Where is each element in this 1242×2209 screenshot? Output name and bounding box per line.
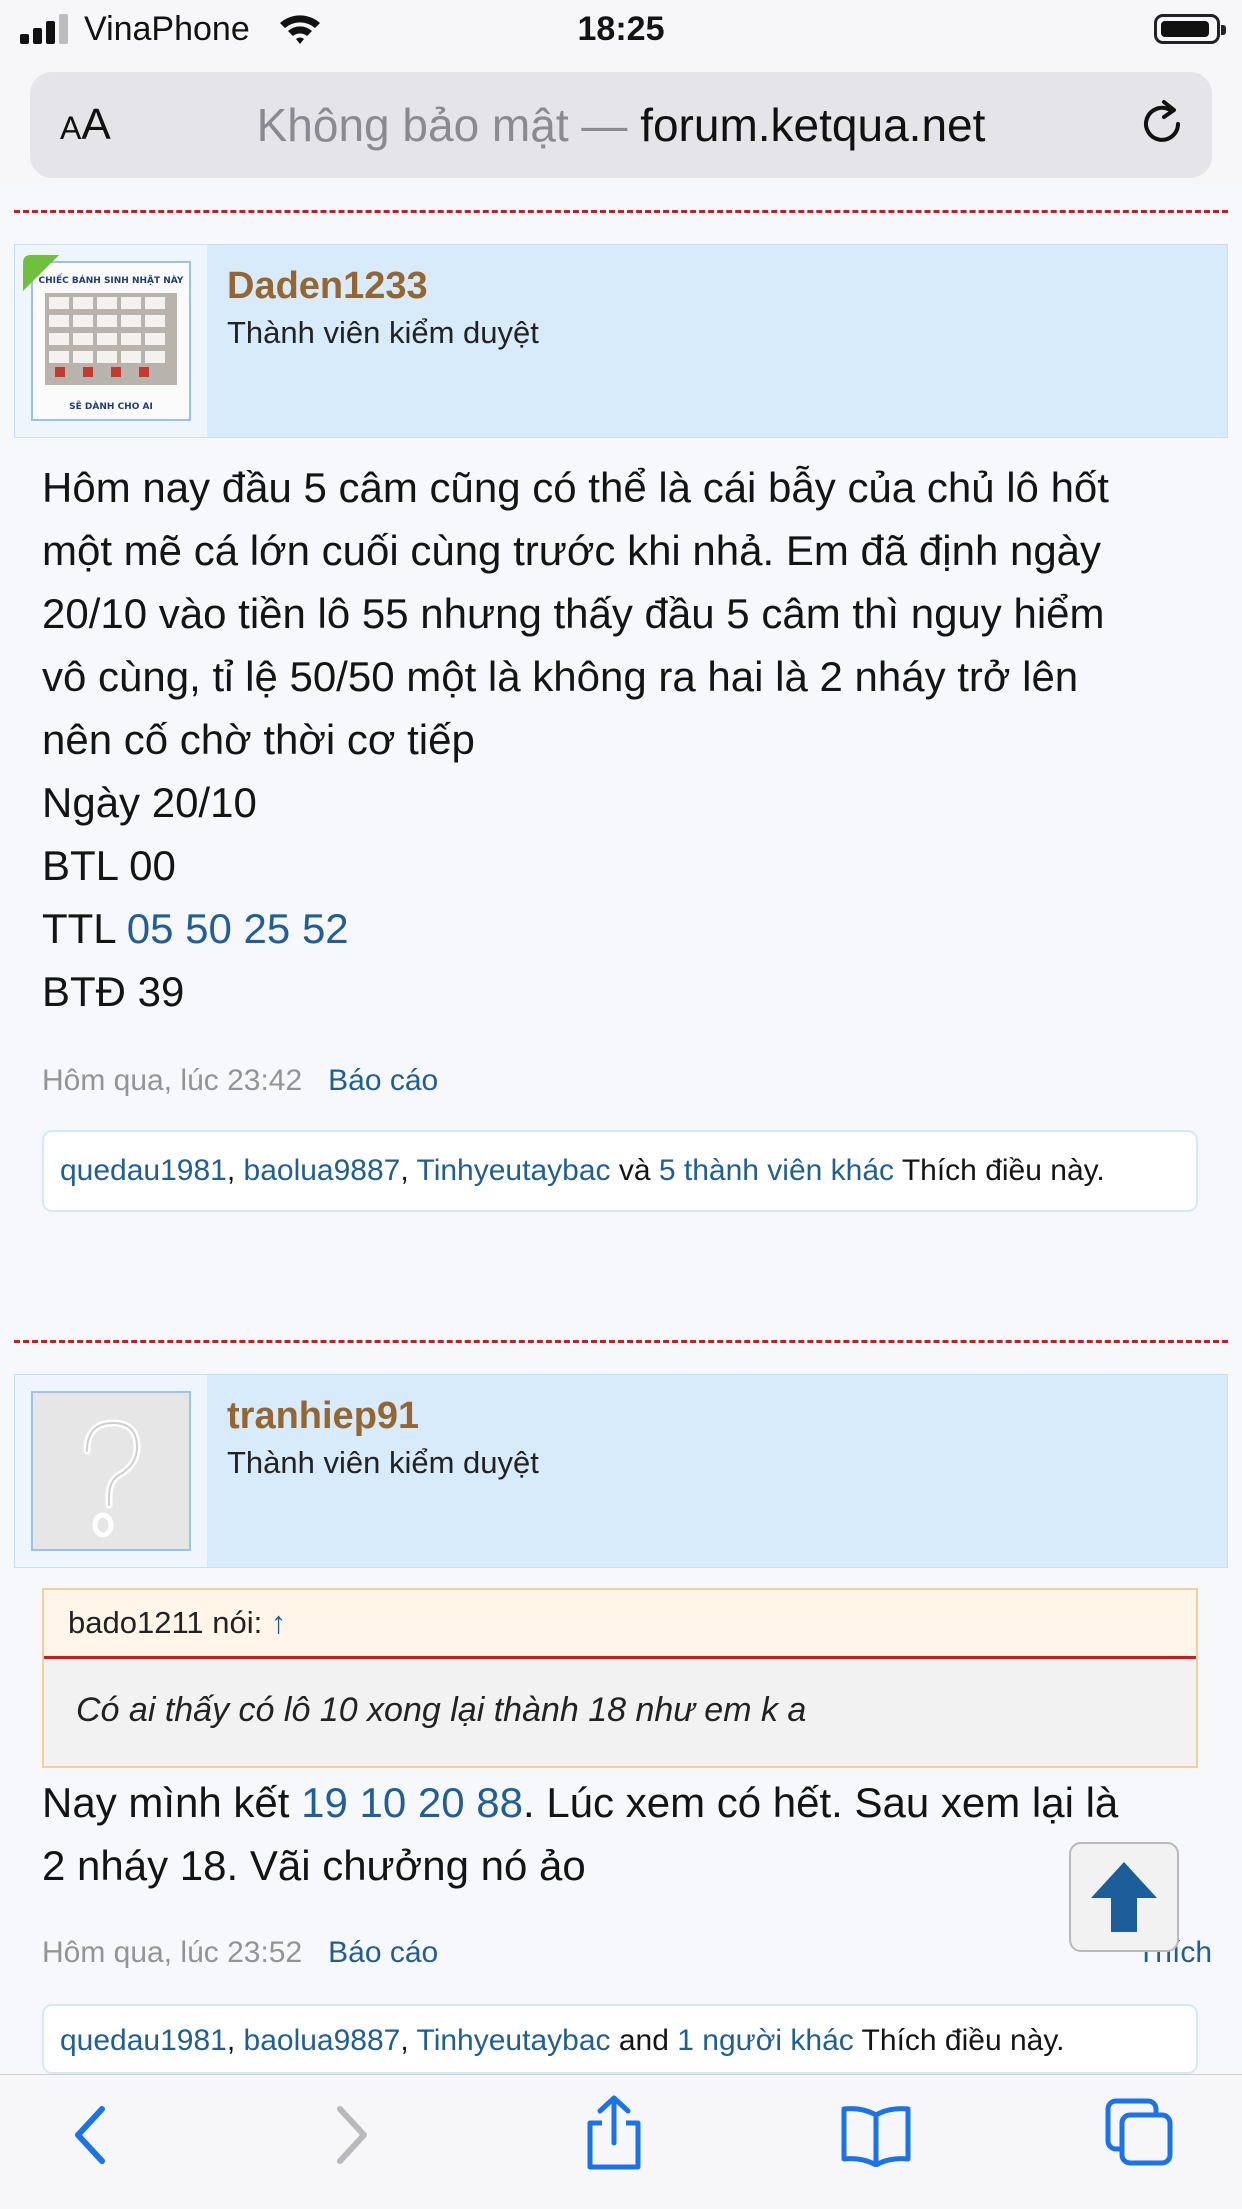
post-author-bar: CHIẾC BÁNH SINH NHẬT NÀY SẼ DÀNH CHO AI …: [14, 244, 1228, 438]
post-message: Hôm nay đầu 5 câm cũng có thể là cái bẫy…: [42, 464, 1109, 1015]
post-timestamp[interactable]: Hôm qua, lúc 23:42: [42, 1064, 302, 1097]
scroll-top-icon: [1091, 1862, 1157, 1932]
tabs-icon[interactable]: [1104, 2097, 1176, 2169]
browser-toolbar: [0, 2074, 1242, 2209]
default-avatar-icon: [33, 1393, 189, 1549]
status-bar: VinaPhone 18:25: [0, 0, 1242, 62]
post-divider: [14, 1340, 1228, 1343]
quote-header: bado1211 nói: ↑: [44, 1590, 1196, 1659]
post-meta: Hôm qua, lúc 23:52 Báo cáo: [42, 1936, 438, 1970]
report-link[interactable]: Báo cáo: [328, 1936, 438, 1969]
post-meta: Hôm qua, lúc 23:42 Báo cáo: [42, 1064, 438, 1098]
scroll-to-top-button[interactable]: [1069, 1842, 1179, 1952]
liker-link[interactable]: Tinhyeutaybac: [417, 1154, 611, 1187]
quote-block: bado1211 nói: ↑ Có ai thấy có lô 10 xong…: [42, 1588, 1198, 1768]
bookmarks-icon[interactable]: [840, 2103, 912, 2167]
quote-text: Có ai thấy có lô 10 xong lại thành 18 nh…: [76, 1691, 807, 1729]
likes-summary: quedau1981, baolua9887, Tinhyeutaybac và…: [42, 1130, 1198, 1212]
likes-summary: quedau1981, baolua9887, Tinhyeutaybac an…: [42, 2004, 1198, 2074]
liker-link[interactable]: quedau1981: [60, 1154, 227, 1187]
post-message: Nay mình kết 19 10 20 88. Lúc xem có hết…: [42, 1779, 1119, 1889]
liker-link[interactable]: quedau1981: [60, 2024, 227, 2057]
clock: 18:25: [577, 10, 665, 48]
share-icon[interactable]: [582, 2095, 646, 2171]
ttl-numbers-link[interactable]: 05 50 25 52: [127, 905, 349, 952]
username[interactable]: tranhiep91: [227, 1395, 419, 1438]
url-text[interactable]: Không bảo mật — forum.ketqua.net: [30, 98, 1212, 152]
username[interactable]: Daden1233: [227, 265, 428, 308]
url-field[interactable]: AA Không bảo mật — forum.ketqua.net: [30, 72, 1212, 178]
numbers-link[interactable]: 19 10 20 88: [301, 1779, 523, 1826]
liker-link[interactable]: Tinhyeutaybac: [417, 2024, 611, 2057]
post-divider: [14, 210, 1228, 213]
avatar[interactable]: [31, 1391, 191, 1551]
user-role: Thành viên kiểm duyệt: [227, 1445, 539, 1480]
report-link[interactable]: Báo cáo: [328, 1064, 438, 1097]
reload-icon[interactable]: [1134, 96, 1190, 152]
post-author-bar: tranhiep91 Thành viên kiểm duyệt: [14, 1374, 1228, 1568]
post-timestamp[interactable]: Hôm qua, lúc 23:52: [42, 1936, 302, 1969]
forward-icon[interactable]: [326, 2103, 376, 2167]
battery-icon: [1154, 14, 1226, 44]
other-likers-link[interactable]: 5 thành viên khác: [659, 1154, 894, 1187]
liker-link[interactable]: baolua9887: [244, 1154, 401, 1187]
quote-author: bado1211 nói:: [68, 1605, 271, 1640]
other-likers-link[interactable]: 1 người khác: [677, 2024, 854, 2057]
address-bar: AA Không bảo mật — forum.ketqua.net: [0, 62, 1242, 186]
back-icon[interactable]: [66, 2103, 116, 2167]
user-role: Thành viên kiểm duyệt: [227, 315, 539, 350]
domain-label: forum.ketqua.net: [640, 99, 986, 151]
svg-text:SẼ DÀNH CHO AI: SẼ DÀNH CHO AI: [69, 400, 153, 412]
liker-link[interactable]: baolua9887: [244, 2024, 401, 2057]
security-label: Không bảo mật —: [256, 99, 628, 151]
online-indicator-icon: [23, 255, 59, 291]
quote-jump-arrow[interactable]: ↑: [271, 1605, 287, 1640]
